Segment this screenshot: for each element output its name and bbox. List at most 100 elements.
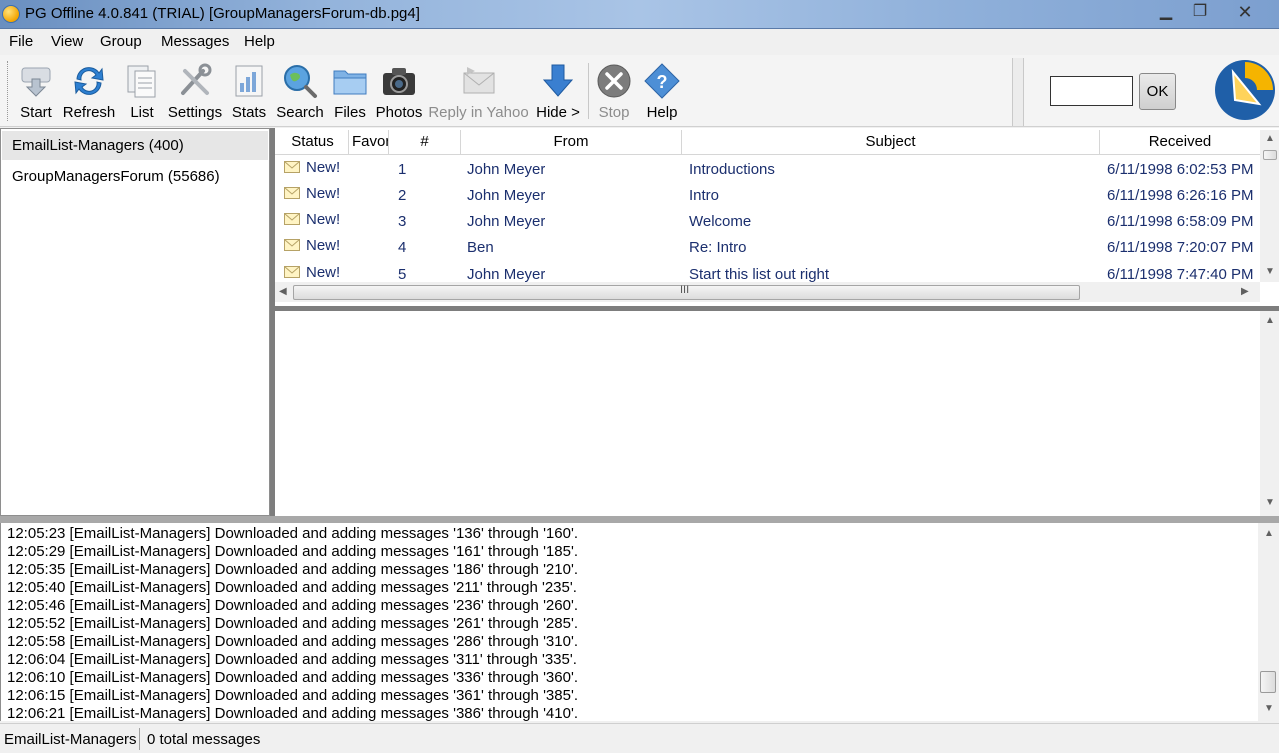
list-icon [127,65,156,98]
toolbar-overflow-grip[interactable] [1012,58,1024,126]
log-line: 12:05:23 [EmailList-Managers] Downloaded… [7,525,578,542]
reply-in-yahoo-button[interactable]: Reply in Yahoo [428,59,529,123]
settings-label: Settings [167,104,223,121]
menu-view[interactable]: View [51,33,83,50]
list-button[interactable]: List [122,59,162,123]
settings-icon [181,63,212,95]
log-line: 12:05:46 [EmailList-Managers] Downloaded… [7,597,578,614]
activity-log: 12:05:23 [EmailList-Managers] Downloaded… [0,523,1279,721]
envelope-icon [284,187,300,199]
menu-file[interactable]: File [9,33,33,50]
list-label: List [130,104,154,121]
column-from[interactable]: From [461,130,682,154]
group-list-panel: EmailList-Managers (400) GroupManagersFo… [0,128,270,516]
start-button[interactable]: Start [14,59,58,123]
row-status: New! [306,185,341,202]
menu-group[interactable]: Group [100,33,142,50]
photos-label: Photos [375,104,423,121]
files-button[interactable]: Files [330,59,370,123]
log-line: 12:05:40 [EmailList-Managers] Downloaded… [7,579,577,596]
envelope-icon [284,161,300,173]
reply-in-yahoo-label: Reply in Yahoo [428,104,529,121]
start-icon [21,67,51,97]
header-divider [275,154,1260,155]
row-subject: Re: Intro [689,239,747,256]
stats-label: Stats [231,104,267,121]
row-number: 3 [398,213,407,230]
stop-label: Stop [598,104,630,121]
group-item-emaillist-managers[interactable]: EmailList-Managers (400) [2,131,268,160]
row-received: 6/11/1998 6:26:16 PM [1107,187,1254,204]
log-line: 12:06:21 [EmailList-Managers] Downloaded… [7,705,578,721]
row-status: New! [306,159,341,176]
row-from: John Meyer [467,213,546,230]
row-received: 6/11/1998 6:58:09 PM [1107,213,1254,230]
scroll-grip: III [680,284,690,296]
maximize-button[interactable]: ❐ [1186,1,1214,23]
menu-help[interactable]: Help [244,33,275,50]
column-status[interactable]: Status [277,130,349,154]
column-number[interactable]: # [389,130,461,154]
app-icon[interactable] [2,5,20,23]
message-preview-pane[interactable]: ▲ ▼ [275,311,1279,516]
refresh-icon [74,67,104,95]
stats-button[interactable]: Stats [229,59,269,123]
brand-logo-icon [1215,60,1275,120]
column-favor[interactable]: Favor [349,130,389,154]
group-item-groupmanagersforum[interactable]: GroupManagersForum (55686) [2,162,268,191]
search-button[interactable]: Search [274,59,326,123]
refresh-button[interactable]: Refresh [61,59,117,123]
scroll-thumb[interactable] [1260,671,1276,693]
status-current-group: EmailList-Managers [4,731,137,748]
row-from: John Meyer [467,266,546,283]
envelope-icon [284,213,300,225]
row-from: John Meyer [467,187,546,204]
row-number: 4 [398,239,407,256]
stats-icon [235,65,263,97]
hide-label: Hide > [536,104,580,121]
column-subject[interactable]: Subject [682,130,1100,154]
envelope-icon [284,239,300,251]
settings-button[interactable]: Settings [167,59,223,123]
scroll-down-icon[interactable]: ▼ [1265,266,1275,277]
row-received: 6/11/1998 6:02:53 PM [1107,161,1254,178]
scroll-left-icon[interactable]: ◀ [279,286,287,297]
log-splitter[interactable] [0,516,1279,523]
scroll-thumb[interactable] [1263,150,1277,160]
hide-button[interactable]: Hide > [533,59,583,123]
scroll-up-icon[interactable]: ▲ [1264,528,1274,539]
message-table-vertical-scrollbar[interactable]: ▲ ▼ [1260,130,1279,282]
log-vertical-scrollbar[interactable]: ▲ ▼ [1258,523,1279,721]
scroll-up-icon[interactable]: ▲ [1265,315,1275,326]
envelope-icon [284,266,300,278]
search-input[interactable] [1050,76,1133,106]
minimize-button[interactable]: ▁ [1152,1,1180,23]
window-title: PG Offline 4.0.841 (TRIAL) [GroupManager… [25,5,420,22]
scroll-down-icon[interactable]: ▼ [1264,703,1274,714]
column-received[interactable]: Received [1100,130,1260,154]
log-line: 12:05:29 [EmailList-Managers] Downloaded… [7,543,578,560]
preview-vertical-scrollbar[interactable]: ▲ ▼ [1260,311,1279,516]
scroll-right-icon[interactable]: ▶ [1241,286,1249,297]
svg-text:?: ? [657,72,668,92]
scroll-thumb[interactable]: III [293,284,1080,300]
ok-button[interactable]: OK [1139,73,1176,110]
scroll-up-icon[interactable]: ▲ [1265,133,1275,144]
search-label: Search [276,104,324,121]
help-button[interactable]: ? Help [640,59,684,123]
title-bar: PG Offline 4.0.841 (TRIAL) [GroupManager… [0,0,1279,29]
search-icon [284,65,317,98]
message-table: Status Favor # From Subject Received New… [275,128,1279,306]
menu-messages[interactable]: Messages [161,33,229,50]
log-line: 12:05:52 [EmailList-Managers] Downloaded… [7,615,578,632]
photos-button[interactable]: Photos [374,59,424,123]
close-button[interactable]: ✕ [1222,1,1268,23]
scroll-down-icon[interactable]: ▼ [1265,497,1275,508]
toolbar-separator [588,63,589,119]
toolbar: Start Refresh List Settings Stats Search… [0,55,1279,127]
toolbar-grip[interactable] [7,61,10,121]
help-label: Help [646,104,678,121]
message-table-horizontal-scrollbar[interactable]: ◀ III ▶ [275,282,1260,302]
stop-button[interactable]: Stop [593,59,635,123]
status-bar: EmailList-Managers 0 total messages [0,723,1279,753]
